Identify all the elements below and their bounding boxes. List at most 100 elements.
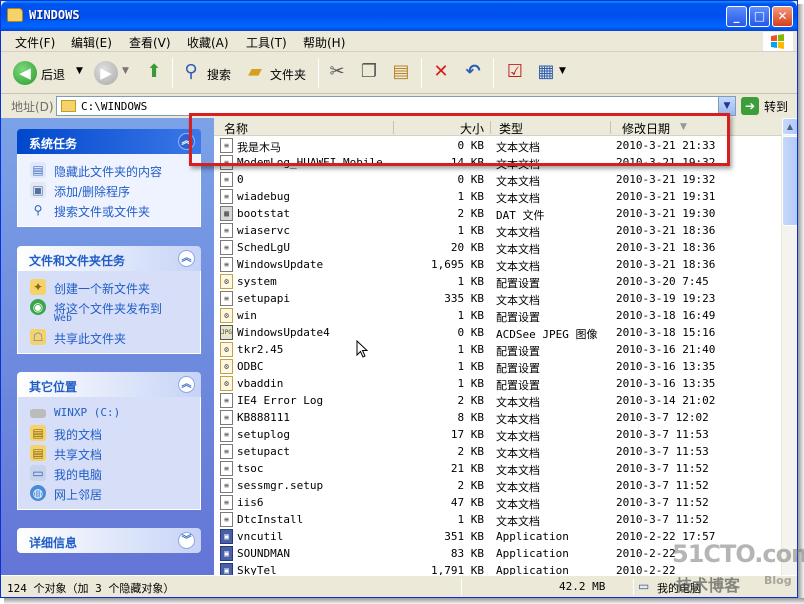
system-tasks-header[interactable]: 系统任务 ︽ [17, 129, 201, 154]
folders-icon[interactable]: ▰ [243, 60, 267, 84]
close-button[interactable]: ✕ [772, 6, 793, 27]
minimize-button[interactable]: _ [726, 6, 747, 27]
details-header[interactable]: 详细信息 ︾ [17, 528, 201, 553]
file-tasks-header[interactable]: 文件和文件夹任务 ︽ [17, 246, 201, 271]
file-row[interactable]: ≡ wiadebug 1 KB 文本文档 2010-3-21 19:31 [214, 188, 781, 205]
delete-icon[interactable]: ✕ [429, 60, 453, 84]
file-row[interactable]: ≡ setupapi 335 KB 文本文档 2010-3-19 19:23 [214, 290, 781, 307]
config-file-icon: ⚙ [220, 376, 233, 391]
file-row[interactable]: ≡ sessmgr.setup 2 KB 文本文档 2010-3-7 11:52 [214, 477, 781, 494]
other-places-header[interactable]: 其它位置 ︽ [17, 372, 201, 397]
mouse-cursor-icon [356, 340, 369, 358]
place-my-computer[interactable]: ▭ 我的电脑 [18, 463, 200, 483]
forward-dropdown-icon[interactable]: ▼ [122, 66, 129, 76]
place-label[interactable]: 我的电脑 [54, 466, 102, 483]
back-dropdown-icon[interactable]: ▼ [76, 66, 83, 76]
place-network[interactable]: ◍ 网上邻居 [18, 483, 200, 503]
file-size: 8 KB [457, 411, 485, 424]
task-label[interactable]: 搜索文件或文件夹 [54, 203, 150, 220]
file-date: 2010-3-7 11:52 [616, 479, 709, 492]
task-hide-folder[interactable]: ▤ 隐藏此文件夹的内容 [18, 160, 200, 180]
file-type: 文本文档 [496, 294, 540, 307]
file-type: 文本文档 [496, 464, 540, 477]
file-row[interactable]: ≡ DtcInstall 1 KB 文本文档 2010-3-7 11:52 [214, 511, 781, 528]
task-add-remove[interactable]: ▣ 添加/删除程序 [18, 180, 200, 200]
vertical-scrollbar[interactable]: ▲ [781, 118, 797, 575]
place-label[interactable]: 网上邻居 [54, 486, 102, 503]
back-arrow-icon[interactable]: ◀ [13, 61, 37, 85]
file-size: 1 KB [457, 513, 485, 526]
file-row[interactable]: ⚙ tkr2.45 1 KB 配置设置 2010-3-16 21:40 [214, 341, 781, 358]
task-label[interactable]: 共享此文件夹 [54, 330, 126, 347]
views-icon[interactable]: ▦ [534, 60, 558, 84]
file-row[interactable]: ≡ tsoc 21 KB 文本文档 2010-3-7 11:52 [214, 460, 781, 477]
cut-icon[interactable]: ✂ [325, 60, 349, 84]
file-row[interactable]: ≡ 0 0 KB 文本文档 2010-3-21 19:32 [214, 171, 781, 188]
file-row[interactable]: JPG WindowsUpdate4 0 KB ACDSee JPEG 图像 2010-… [214, 324, 781, 341]
title-bar[interactable]: WINDOWS _ □ ✕ [1, 1, 797, 31]
file-row[interactable]: ≡ IE4 Error Log 2 KB 文本文档 2010-3-14 21:02 [214, 392, 781, 409]
place-label[interactable]: 我的文档 [54, 426, 102, 443]
file-row[interactable]: ▦ bootstat 2 KB DAT 文件 2010-3-21 19:30 [214, 205, 781, 222]
place-label[interactable]: WINXP (C:) [54, 406, 120, 419]
details-panel: 详细信息 ︾ [17, 528, 201, 553]
properties-icon[interactable]: ☑ [503, 60, 527, 84]
menu-edit[interactable]: 编辑(E) [71, 34, 112, 51]
copy-icon[interactable]: ❐ [357, 60, 381, 84]
task-new-folder[interactable]: ✦ 创建一个新文件夹 [18, 277, 200, 297]
collapse-icon[interactable]: ︽ [178, 376, 195, 393]
go-button[interactable]: 转到 [764, 98, 788, 115]
place-shared-documents[interactable]: ▤ 共享文档 [18, 443, 200, 463]
watermark-line3: Blog [764, 574, 792, 587]
task-search[interactable]: ⚲ 搜索文件或文件夹 [18, 200, 200, 220]
file-row[interactable]: ≡ wiaservc 1 KB 文本文档 2010-3-21 18:36 [214, 222, 781, 239]
back-label[interactable]: 后退 [41, 66, 65, 83]
panel-body: WINXP (C:) ▤ 我的文档 ▤ 共享文档 ▭ 我的电脑 ◍ 网上邻居 [17, 397, 201, 510]
file-row[interactable]: ⚙ win 1 KB 配置设置 2010-3-18 16:49 [214, 307, 781, 324]
task-share-folder[interactable]: ☖ 共享此文件夹 [18, 327, 200, 347]
scroll-up-icon[interactable]: ▲ [782, 118, 797, 135]
menu-view[interactable]: 查看(V) [129, 34, 171, 51]
file-type: DAT 文件 [496, 209, 545, 222]
collapse-icon[interactable]: ︽ [178, 250, 195, 267]
task-label[interactable]: 添加/删除程序 [54, 183, 130, 200]
search-label[interactable]: 搜索 [207, 66, 231, 83]
up-folder-icon[interactable]: ⬆ [142, 60, 166, 84]
file-type: 文本文档 [496, 226, 540, 239]
file-row[interactable]: ≡ KB888111 8 KB 文本文档 2010-3-7 12:02 [214, 409, 781, 426]
place-c-drive[interactable]: WINXP (C:) [18, 403, 200, 423]
search-icon[interactable]: ⚲ [179, 60, 203, 84]
explorer-window: WINDOWS _ □ ✕ 文件(F) 编辑(E) 查看(V) 收藏(A) 工具… [0, 0, 798, 598]
file-date: 2010-3-21 18:36 [616, 224, 716, 237]
place-my-documents[interactable]: ▤ 我的文档 [18, 423, 200, 443]
maximize-button[interactable]: □ [749, 6, 770, 27]
file-row[interactable]: ≡ WindowsUpdate 1,695 KB 文本文档 2010-3-21 18:3… [214, 256, 781, 273]
programs-icon: ▣ [30, 182, 46, 198]
expand-icon[interactable]: ︾ [178, 532, 195, 549]
file-row[interactable]: ⚙ ODBC 1 KB 配置设置 2010-3-16 13:35 [214, 358, 781, 375]
task-label[interactable]: 隐藏此文件夹的内容 [54, 163, 162, 180]
forward-arrow-icon[interactable]: ▶ [94, 61, 118, 85]
file-row[interactable]: ≡ setuplog 17 KB 文本文档 2010-3-7 11:53 [214, 426, 781, 443]
go-arrow-icon[interactable]: ➔ [741, 97, 759, 115]
file-name: DtcInstall [237, 513, 304, 526]
paste-icon[interactable]: ▤ [389, 60, 413, 84]
undo-icon[interactable]: ↶ [461, 60, 485, 84]
file-row[interactable]: ⚙ vbaddin 1 KB 配置设置 2010-3-16 13:35 [214, 375, 781, 392]
file-row[interactable]: ⚙ system 1 KB 配置设置 2010-3-20 7:45 [214, 273, 781, 290]
menu-favorites[interactable]: 收藏(A) [187, 34, 229, 51]
place-label[interactable]: 共享文档 [54, 446, 102, 463]
task-label-line2[interactable]: Web [54, 313, 72, 324]
file-row[interactable]: ≡ iis6 47 KB 文本文档 2010-3-7 11:52 [214, 494, 781, 511]
file-type: 文本文档 [496, 396, 540, 409]
file-row[interactable]: ≡ setupact 2 KB 文本文档 2010-3-7 11:53 [214, 443, 781, 460]
views-dropdown-icon[interactable]: ▼ [559, 66, 566, 76]
scroll-thumb[interactable] [782, 136, 797, 226]
task-publish-web[interactable]: ◉ 将这个文件夹发布到 Web [18, 297, 200, 327]
menu-tools[interactable]: 工具(T) [246, 34, 287, 51]
task-label[interactable]: 创建一个新文件夹 [54, 280, 150, 297]
folders-label[interactable]: 文件夹 [270, 66, 306, 83]
menu-file[interactable]: 文件(F) [15, 34, 55, 51]
file-row[interactable]: ≡ SchedLgU 20 KB 文本文档 2010-3-21 18:36 [214, 239, 781, 256]
menu-help[interactable]: 帮助(H) [303, 34, 345, 51]
